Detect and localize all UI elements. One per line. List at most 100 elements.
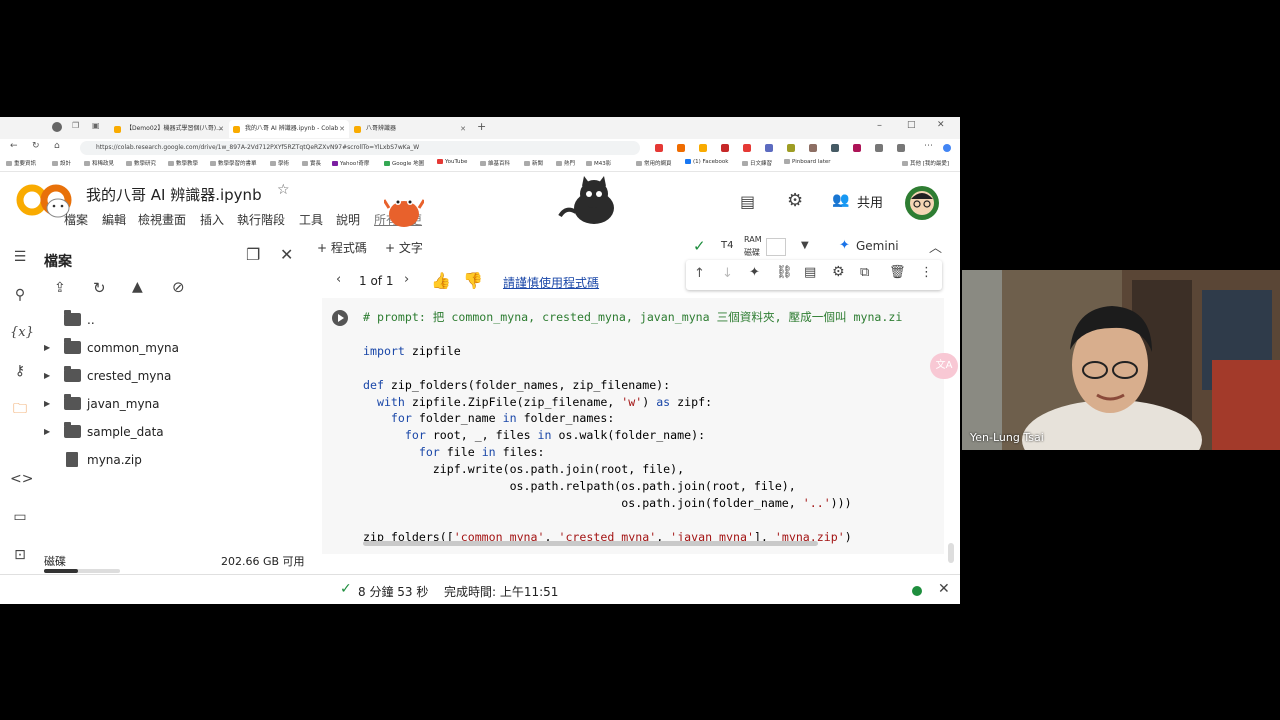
code-line[interactable]: for file in files: [363,444,902,461]
notebook-title[interactable]: 我的八哥 AI 辨識器.ipynb [86,184,262,205]
bookmark[interactable]: 數學教學 [168,159,198,167]
bookmark[interactable]: 設計 [52,159,71,167]
resource-meter[interactable] [766,238,786,256]
file-row-file[interactable]: myna.zip [40,450,300,470]
menu-edit[interactable]: 編輯 [102,211,126,228]
menu-help[interactable]: 說明 [336,211,360,228]
colab-ext-icon[interactable] [699,144,707,152]
code-line[interactable]: import zipfile [363,343,902,360]
move-up-icon[interactable]: ↑ [694,266,705,281]
tab-myna[interactable]: 八哥辨識器 ✕ [350,120,470,138]
file-row-parent[interactable]: .. [40,310,300,330]
bookmark[interactable]: 學術 [270,159,289,167]
extension-icon[interactable] [853,144,861,152]
delete-icon[interactable]: 🗑 [889,265,906,280]
command-palette-icon[interactable]: ▭ [10,507,30,527]
add-code-button[interactable]: + 程式碼 [317,239,367,256]
mount-drive-icon[interactable]: ▲ [132,279,143,295]
bookmark[interactable]: 新聞 [524,159,543,167]
code-snippets-icon[interactable]: <> [10,469,33,489]
add-text-button[interactable]: + 文字 [385,239,423,256]
bookmark[interactable]: 重要資訊 [6,159,36,167]
extension-icon[interactable] [875,144,883,152]
extension-icon[interactable] [743,144,751,152]
extension-icon[interactable] [831,144,839,152]
mirror-cell-icon[interactable]: ⧉ [860,265,869,280]
horizontal-scrollbar[interactable] [363,541,818,546]
bookmark[interactable]: 維基百科 [480,159,510,167]
bookmark[interactable]: 熱門 [556,159,575,167]
more-vert-icon[interactable]: ⋮ [920,265,933,280]
code-line[interactable]: ​ [363,512,902,529]
star-icon[interactable]: ☆ [277,182,290,198]
extension-icon[interactable] [809,144,817,152]
menu-view[interactable]: 檢視畫面 [138,211,186,228]
expand-arrow-icon[interactable]: ▶ [44,422,50,442]
run-cell-button[interactable] [332,310,348,326]
gemini-button[interactable]: Gemini [856,239,899,253]
bookmark[interactable]: 常用的網頁 [636,159,672,167]
code-line[interactable]: os.path.join(folder_name, '..'))) [363,495,902,512]
code-line[interactable]: ​ [363,360,902,377]
menu-runtime[interactable]: 執行階段 [237,211,285,228]
bookmark-star-icon[interactable] [897,144,905,152]
pinterest-ext-icon[interactable] [655,144,663,152]
file-row-folder[interactable]: ▶ crested_myna [40,366,300,386]
tab-demo[interactable]: 【Demo02】機器式學習個(八哥)... ✕ [110,120,228,138]
file-row-folder[interactable]: ▶ javan_myna [40,394,300,414]
code-line[interactable]: # prompt: 把 common_myna, crested_myna, j… [363,309,902,326]
bookmark[interactable]: 和稀政見 [84,159,114,167]
link-icon[interactable]: ⛓ [776,265,793,280]
gemini-cell-icon[interactable]: ✦ [749,265,760,280]
open-in-tab-icon[interactable]: ❐ [246,245,260,264]
tab-actions-icon[interactable]: ❐ [72,121,79,130]
extension-icon[interactable] [721,144,729,152]
bookmark[interactable]: 數學研究 [126,159,156,167]
file-row-folder[interactable]: ▶ common_myna [40,338,300,358]
hide-files-icon[interactable]: ⊘ [172,278,185,296]
table-of-contents-icon[interactable]: ☰ [10,247,30,267]
settings-gear-icon[interactable]: ⚙ [787,190,803,211]
minimize-icon[interactable]: – [877,120,882,131]
window-close-icon[interactable]: ✕ [937,120,945,130]
bookmark[interactable]: Yahoo!奇摩 [332,159,369,167]
close-icon[interactable]: ✕ [339,120,345,138]
resources-dropdown-icon[interactable]: ▼ [801,240,809,251]
expand-arrow-icon[interactable]: ▶ [44,338,50,358]
menu-file[interactable]: 檔案 [64,211,88,228]
bookmark[interactable]: 其他 [我的最愛] [902,159,949,167]
code-line[interactable]: with zipfile.ZipFile(zip_filename, 'w') … [363,394,902,411]
translate-icon[interactable]: 文A [930,353,958,379]
user-avatar[interactable] [904,185,940,221]
menu-tools[interactable]: 工具 [299,211,323,228]
terminal-icon[interactable]: ⊡ [10,545,30,565]
back-icon[interactable]: ← [10,141,18,151]
expand-arrow-icon[interactable]: ▶ [44,366,50,386]
close-panel-icon[interactable]: ✕ [280,245,293,264]
close-icon[interactable]: ✕ [460,120,466,138]
collapse-chevron-icon[interactable]: ︿ [929,237,942,256]
vertical-scrollbar[interactable] [948,543,954,563]
comment-icon[interactable]: ▤ [804,265,816,280]
search-icon[interactable]: ⚲ [10,285,30,305]
bookmark[interactable]: Google 地圖 [384,159,424,167]
url-field[interactable]: https://colab.research.google.com/drive/… [80,141,640,155]
code-line[interactable]: for root, _, files in os.walk(folder_nam… [363,427,902,444]
tab-colab[interactable]: 我的八哥 AI 辨識器.ipynb - Colab ✕ [229,120,349,138]
maximize-icon[interactable]: □ [907,120,916,130]
variables-icon[interactable]: {x} [10,323,34,343]
profile-avatar-icon[interactable] [52,122,62,132]
prev-suggestion-icon[interactable]: ‹ [336,272,341,287]
more-icon[interactable]: ⋯ [924,141,933,151]
code-line[interactable]: ​ [363,326,902,343]
reload-icon[interactable]: ↻ [32,141,40,151]
code-cell[interactable]: ‹ 1 of 1 › 👍 👎 請謹慎使用程式碼 ↑ ↓ ✦ ⛓ ▤ ⚙ ⧉ 🗑 … [322,260,944,554]
extension-icon[interactable] [677,144,685,152]
use-code-caution-link[interactable]: 請謹慎使用程式碼 [503,274,599,291]
menu-insert[interactable]: 插入 [200,211,224,228]
code-line[interactable]: zipf.write(os.path.join(root, file), [363,461,902,478]
file-row-folder[interactable]: ▶ sample_data [40,422,300,442]
thumbs-down-icon[interactable]: 👎 [463,271,483,290]
expand-arrow-icon[interactable]: ▶ [44,394,50,414]
share-button[interactable]: 共用 [857,192,883,211]
